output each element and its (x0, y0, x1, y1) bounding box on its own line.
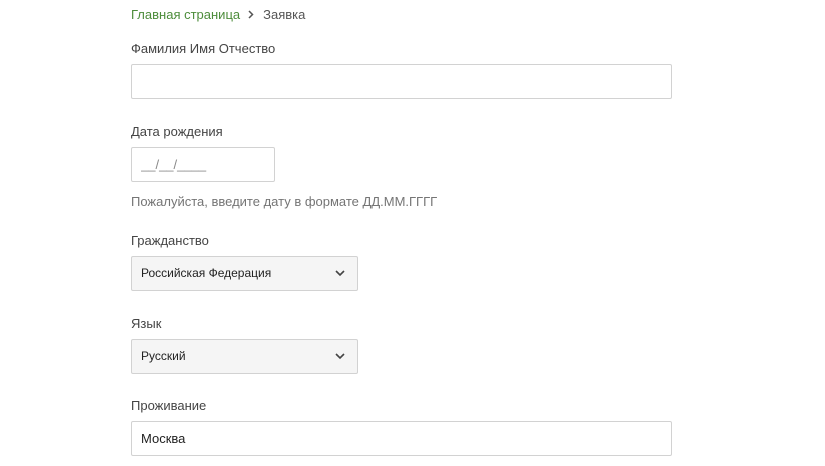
chevron-down-icon (335, 270, 345, 277)
chevron-right-icon (248, 9, 254, 19)
birth-date-input[interactable] (131, 147, 275, 182)
language-selected-value: Русский (141, 349, 186, 363)
breadcrumb-home-link[interactable]: Главная страница (131, 7, 240, 22)
birth-date-label: Дата рождения (131, 124, 223, 139)
citizenship-selected-value: Российская Федерация (141, 266, 272, 280)
language-label: Язык (131, 316, 162, 331)
breadcrumb-current: Заявка (263, 6, 306, 22)
full-name-label: Фамилия Имя Отчество (131, 41, 276, 56)
citizenship-label: Гражданство (131, 233, 209, 248)
chevron-down-icon (335, 353, 345, 360)
residence-label: Проживание (131, 398, 207, 413)
residence-input[interactable] (131, 421, 672, 456)
full-name-input[interactable] (131, 64, 672, 99)
citizenship-select[interactable]: Российская Федерация (131, 256, 358, 291)
birth-date-hint: Пожалуйста, введите дату в формате ДД.ММ… (131, 194, 438, 209)
breadcrumb: Главная страница Заявка (131, 6, 305, 22)
language-select[interactable]: Русский (131, 339, 358, 374)
